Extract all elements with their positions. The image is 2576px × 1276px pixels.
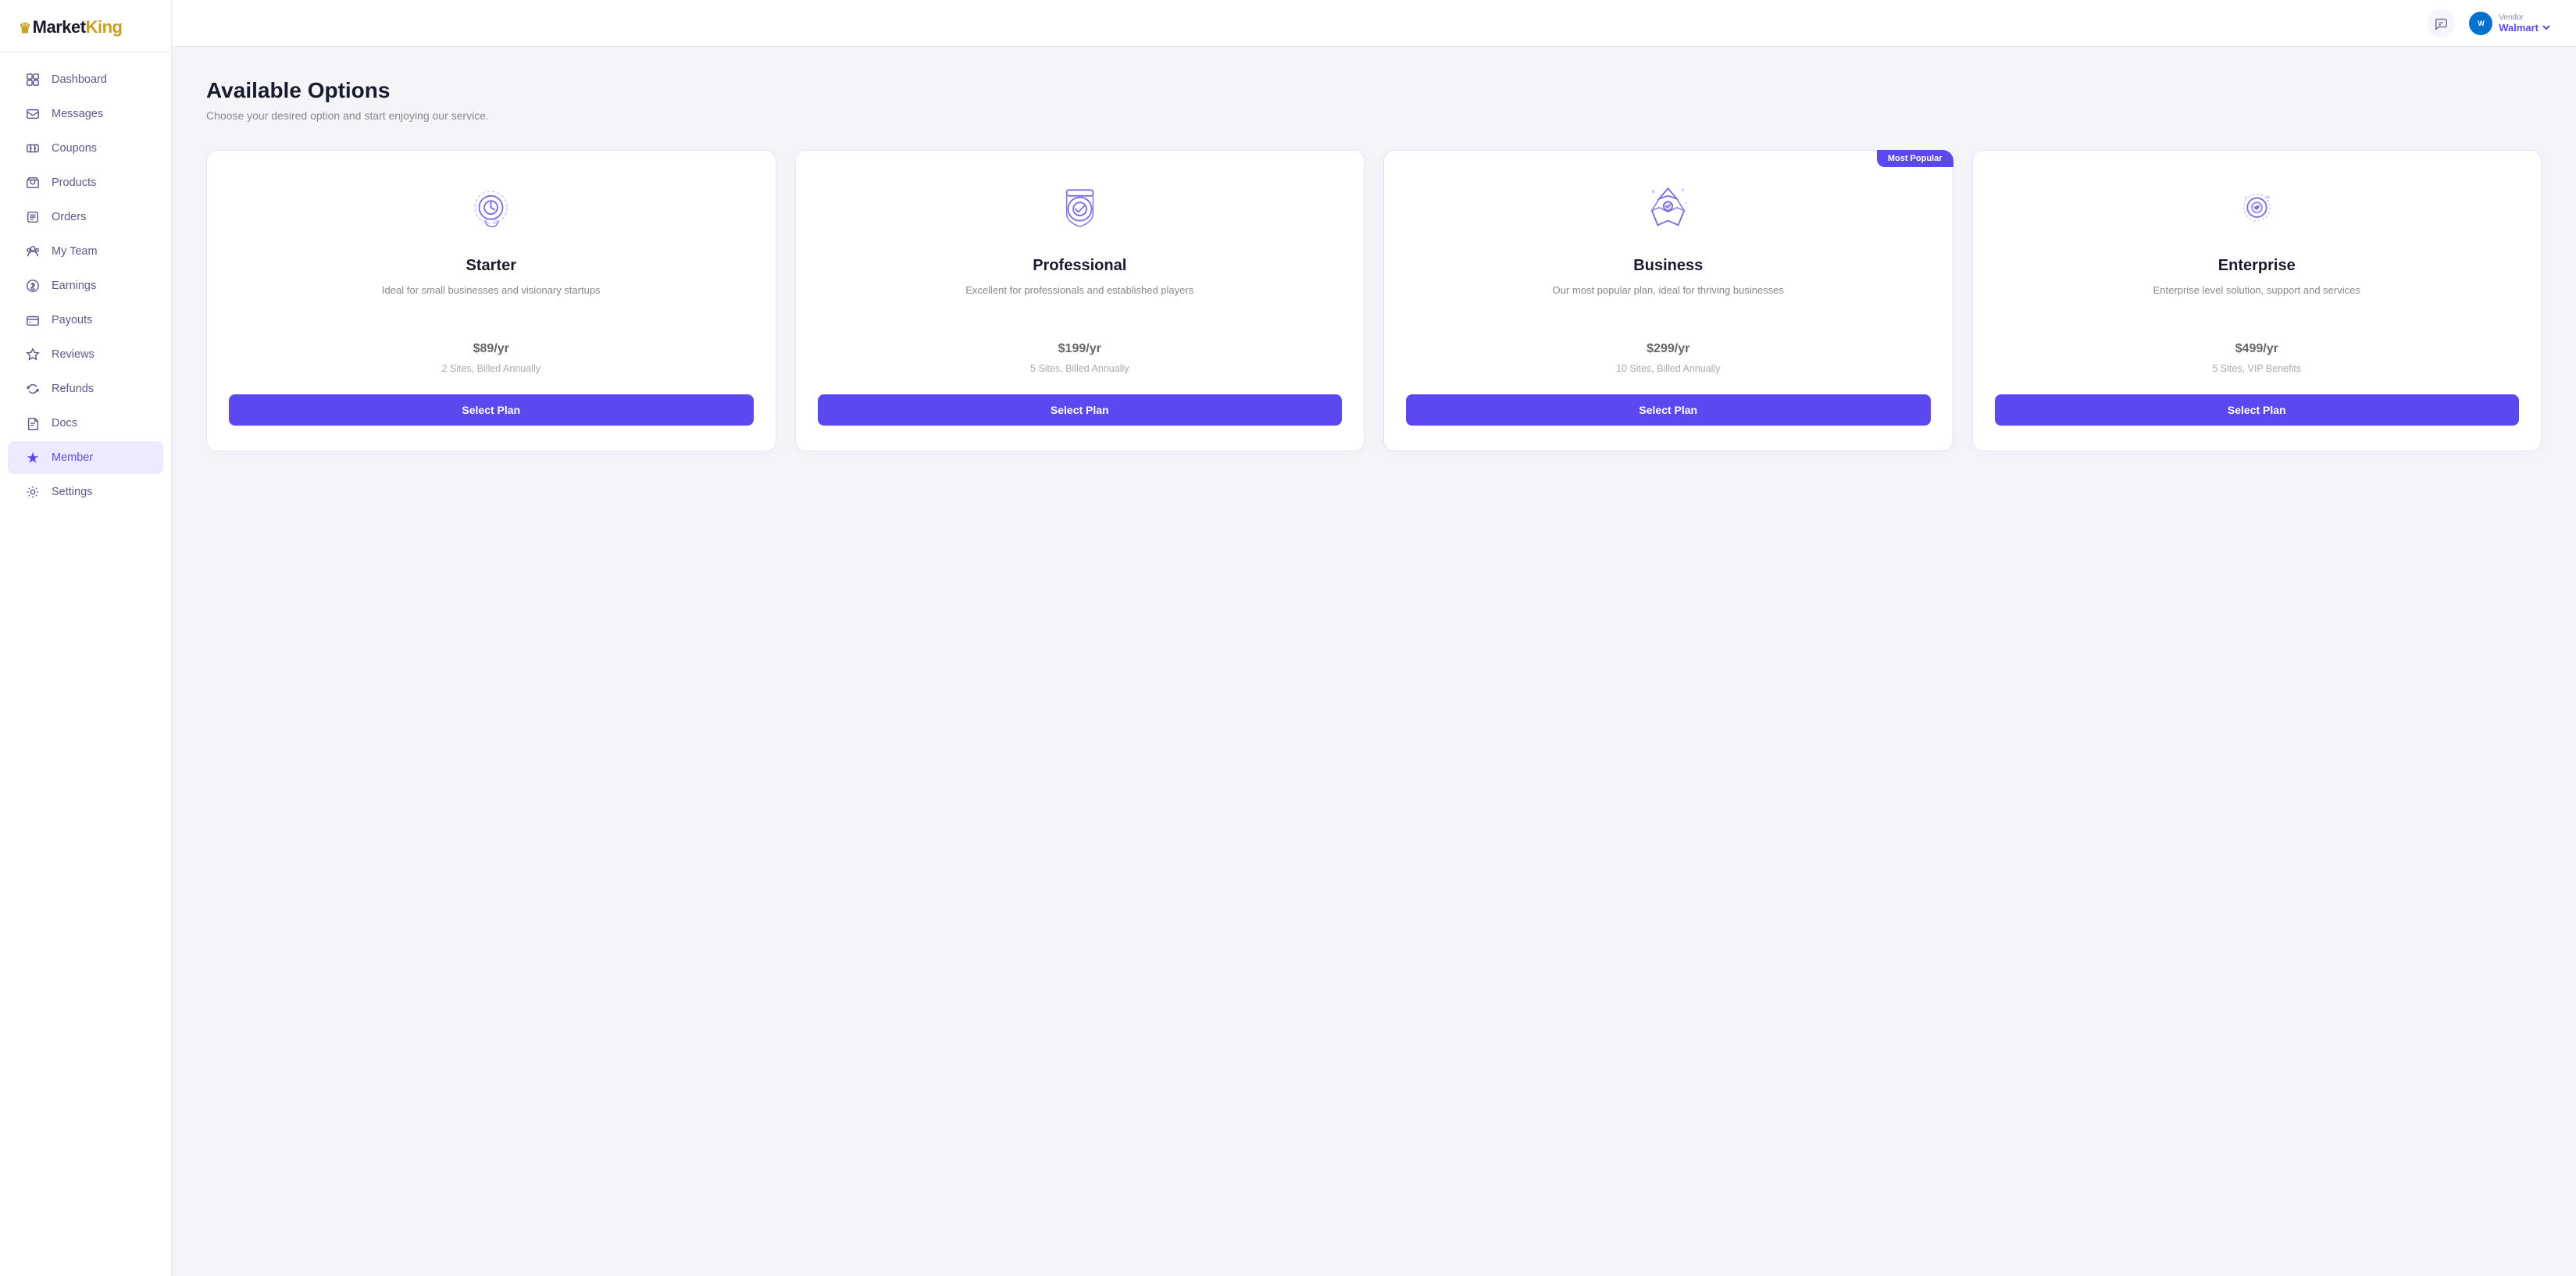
logo-suffix: King	[86, 17, 123, 37]
chat-icon-button[interactable]	[2427, 9, 2455, 37]
plans-grid: Starter Ideal for small businesses and v…	[206, 150, 2542, 451]
plan-card-business: Most Popular Business Our most popular p	[1383, 150, 1953, 451]
sidebar-item-member[interactable]: Member	[8, 441, 163, 474]
business-plan-price: $299/yr	[1647, 330, 1689, 358]
professional-plan-price: $199/yr	[1058, 330, 1101, 358]
starter-plan-price: $89/yr	[473, 330, 509, 358]
sidebar-label-refunds: Refunds	[52, 383, 94, 395]
starter-plan-icon	[460, 179, 523, 241]
sidebar-item-coupons[interactable]: Coupons	[8, 132, 163, 165]
sidebar-item-dashboard[interactable]: Dashboard	[8, 63, 163, 96]
sidebar-item-refunds[interactable]: Refunds	[8, 372, 163, 405]
sidebar-label-settings: Settings	[52, 486, 92, 498]
settings-icon	[25, 484, 41, 500]
topbar: W Vendor Walmart	[172, 0, 2576, 47]
refunds-icon	[25, 381, 41, 397]
crown-icon: ♛	[19, 20, 31, 36]
enterprise-select-plan-button[interactable]: Select Plan	[1995, 394, 2520, 426]
page-title: Available Options	[206, 78, 2542, 103]
professional-plan-description: Excellent for professionals and establis…	[965, 283, 1193, 312]
vendor-info-block: Vendor Walmart	[2499, 13, 2551, 34]
products-icon	[25, 175, 41, 191]
sidebar-label-earnings: Earnings	[52, 280, 96, 292]
sidebar-item-reviews[interactable]: Reviews	[8, 338, 163, 371]
business-plan-billing: 10 Sites, Billed Annually	[1616, 363, 1720, 374]
sidebar-label-messages: Messages	[52, 108, 103, 120]
sidebar-item-docs[interactable]: Docs	[8, 407, 163, 440]
most-popular-badge: Most Popular	[1877, 150, 1953, 167]
enterprise-plan-billing: 5 Sites, VIP Benefits	[2212, 363, 2301, 374]
professional-plan-icon	[1048, 179, 1111, 241]
business-plan-icon	[1637, 179, 1700, 241]
sidebar-label-payouts: Payouts	[52, 314, 92, 326]
sidebar-label-dashboard: Dashboard	[52, 73, 107, 86]
reviews-icon	[25, 347, 41, 362]
vendor-logo-icon: W	[2469, 12, 2492, 35]
business-select-plan-button[interactable]: Select Plan	[1406, 394, 1931, 426]
sidebar-nav: Dashboard Messages Coupons	[0, 52, 171, 1276]
main-content: W Vendor Walmart Available Options Choos…	[172, 0, 2576, 1276]
payouts-icon	[25, 312, 41, 328]
sidebar-item-earnings[interactable]: Earnings	[8, 269, 163, 302]
dashboard-icon	[25, 72, 41, 87]
vendor-name: Walmart	[2499, 22, 2551, 34]
sidebar-label-docs: Docs	[52, 417, 77, 429]
enterprise-plan-description: Enterprise level solution, support and s…	[2153, 283, 2360, 312]
sidebar-item-my-team[interactable]: My Team	[8, 235, 163, 268]
starter-plan-name: Starter	[466, 257, 516, 275]
logo-prefix: Market	[33, 17, 86, 37]
page-content: Available Options Choose your desired op…	[172, 47, 2576, 1276]
starter-select-plan-button[interactable]: Select Plan	[229, 394, 754, 426]
sidebar-label-products: Products	[52, 176, 96, 189]
business-plan-name: Business	[1633, 257, 1703, 275]
orders-icon	[25, 209, 41, 225]
plan-card-starter: Starter Ideal for small businesses and v…	[206, 150, 776, 451]
coupons-icon	[25, 141, 41, 156]
sidebar-item-messages[interactable]: Messages	[8, 98, 163, 130]
professional-plan-billing: 5 Sites, Billed Annually	[1030, 363, 1129, 374]
business-plan-description: Our most popular plan, ideal for thrivin…	[1553, 283, 1784, 312]
professional-select-plan-button[interactable]: Select Plan	[818, 394, 1343, 426]
starter-plan-billing: 2 Sites, Billed Annually	[442, 363, 541, 374]
enterprise-plan-name: Enterprise	[2218, 257, 2296, 275]
vendor-label: Vendor	[2499, 13, 2551, 22]
earnings-icon	[25, 278, 41, 294]
docs-icon	[25, 415, 41, 431]
page-subtitle: Choose your desired option and start enj…	[206, 109, 2542, 122]
sidebar-item-payouts[interactable]: Payouts	[8, 304, 163, 337]
sidebar-label-member: Member	[52, 451, 93, 464]
enterprise-plan-price: $499/yr	[2235, 330, 2278, 358]
sidebar-item-settings[interactable]: Settings	[8, 476, 163, 508]
messages-icon	[25, 106, 41, 122]
vendor-selector[interactable]: W Vendor Walmart	[2469, 12, 2551, 35]
sidebar-label-reviews: Reviews	[52, 348, 95, 361]
sidebar-item-orders[interactable]: Orders	[8, 201, 163, 233]
sidebar-label-orders: Orders	[52, 211, 86, 223]
plan-card-enterprise: Enterprise Enterprise level solution, su…	[1972, 150, 2542, 451]
professional-plan-name: Professional	[1033, 257, 1126, 275]
sidebar: ♛MarketKing Dashboard	[0, 0, 172, 1276]
plan-card-professional: Professional Excellent for professionals…	[795, 150, 1365, 451]
starter-plan-description: Ideal for small businesses and visionary…	[382, 283, 601, 312]
logo-area: ♛MarketKing	[0, 0, 171, 52]
team-icon	[25, 244, 41, 259]
enterprise-plan-icon	[2225, 179, 2288, 241]
sidebar-item-products[interactable]: Products	[8, 166, 163, 199]
sidebar-label-my-team: My Team	[52, 245, 98, 258]
member-icon	[25, 450, 41, 465]
sidebar-label-coupons: Coupons	[52, 142, 97, 155]
